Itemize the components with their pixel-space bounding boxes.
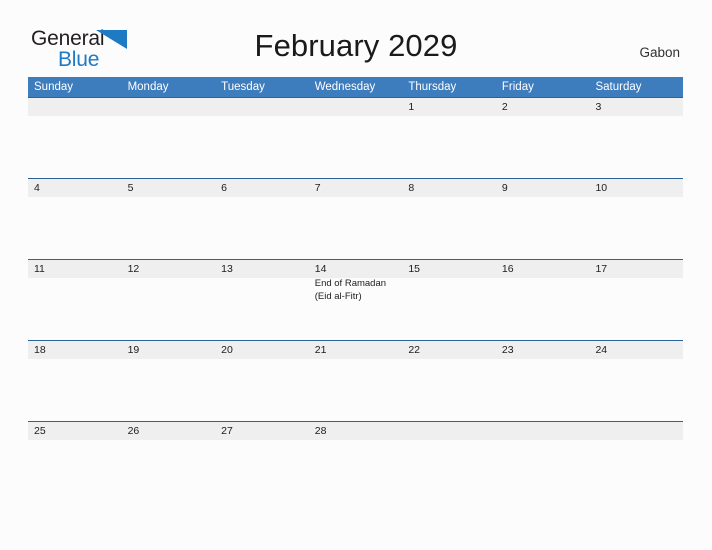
day-cell-27[interactable]: 27 <box>215 422 309 502</box>
day-number: 3 <box>595 101 602 113</box>
day-number: 28 <box>314 425 327 437</box>
day-cell-empty <box>402 422 496 502</box>
day-number <box>502 424 585 439</box>
day-number: 10 <box>595 182 608 194</box>
page-header: General Blue February 2029 Gabon <box>0 0 712 76</box>
day-number: 5 <box>127 182 134 194</box>
day-number <box>34 100 117 115</box>
page-title: February 2029 <box>254 28 458 63</box>
weekday-tuesday: Tuesday <box>221 81 265 93</box>
day-cell-12[interactable]: 12 <box>122 260 216 340</box>
day-cell-8[interactable]: 8 <box>402 179 496 259</box>
day-number: 14 <box>314 263 327 275</box>
calendar-week-row: 18 19 20 21 22 23 24 <box>28 340 683 421</box>
event-label: (Eid al-Fitr) <box>314 290 362 302</box>
day-number: 9 <box>501 182 508 194</box>
day-cell-5[interactable]: 5 <box>122 179 216 259</box>
event-label: End of Ramadan <box>314 278 387 289</box>
day-cell-7[interactable]: 7 <box>309 179 403 259</box>
day-cell-21[interactable]: 21 <box>309 341 403 421</box>
day-cell-24[interactable]: 24 <box>589 341 683 421</box>
day-cell-empty <box>28 98 122 178</box>
day-cell-17[interactable]: 17 <box>589 260 683 340</box>
weekday-friday: Friday <box>501 81 534 93</box>
day-cell-28[interactable]: 28 <box>309 422 403 502</box>
day-cell-15[interactable]: 15 <box>402 260 496 340</box>
calendar-page: General Blue February 2029 Gabon Sunday … <box>0 0 712 550</box>
day-cell-6[interactable]: 6 <box>215 179 309 259</box>
day-cell-11[interactable]: 11 <box>28 260 122 340</box>
day-number: 19 <box>127 344 140 356</box>
day-cell-3[interactable]: 3 <box>589 98 683 178</box>
day-cell-1[interactable]: 1 <box>402 98 496 178</box>
day-number <box>315 100 398 115</box>
day-cell-25[interactable]: 25 <box>28 422 122 502</box>
day-number: 17 <box>595 263 608 275</box>
day-number <box>221 100 304 115</box>
day-cell-20[interactable]: 20 <box>215 341 309 421</box>
day-number: 8 <box>408 182 415 194</box>
calendar-week-row: 25 26 27 28 <box>28 421 683 502</box>
day-number: 27 <box>221 425 233 437</box>
day-cell-10[interactable]: 10 <box>589 179 683 259</box>
day-cell-26[interactable]: 26 <box>122 422 216 502</box>
day-number <box>128 100 211 115</box>
day-number: 13 <box>221 263 233 275</box>
day-cell-22[interactable]: 22 <box>402 341 496 421</box>
day-cell-19[interactable]: 19 <box>122 341 216 421</box>
weekday-monday: Monday <box>127 81 169 93</box>
day-cell-18[interactable]: 18 <box>28 341 122 421</box>
day-number <box>595 424 678 439</box>
day-cell-9[interactable]: 9 <box>496 179 590 259</box>
day-number: 11 <box>34 263 45 275</box>
weekday-thursday: Thursday <box>408 81 457 93</box>
day-cell-4[interactable]: 4 <box>28 179 122 259</box>
day-cell-14[interactable]: 14 End of Ramadan (Eid al-Fitr) <box>309 260 403 340</box>
day-cell-13[interactable]: 13 <box>215 260 309 340</box>
weekday-sunday: Sunday <box>34 81 74 93</box>
day-cell-empty <box>215 98 309 178</box>
day-number: 25 <box>34 425 46 437</box>
calendar-week-row: 11 12 13 14 End of Ramadan (Eid al-Fitr) 15 16 1… <box>28 259 683 340</box>
calendar-week-row: 1 2 3 <box>28 97 683 178</box>
day-number: 2 <box>501 101 508 113</box>
day-cell-16[interactable]: 16 <box>496 260 590 340</box>
day-number: 18 <box>34 344 46 356</box>
country-label: Gabon <box>639 45 680 60</box>
day-number: 4 <box>34 182 40 194</box>
weekday-wednesday: Wednesday <box>314 81 376 93</box>
day-number: 21 <box>314 344 327 356</box>
calendar-grid: Sunday Monday Tuesday Wednesday Thursday… <box>28 77 683 502</box>
day-number: 12 <box>127 263 140 275</box>
day-number: 24 <box>595 344 608 356</box>
day-number: 26 <box>127 425 140 437</box>
day-cell-empty <box>496 422 590 502</box>
day-cell-empty <box>589 422 683 502</box>
day-number: 15 <box>408 263 420 275</box>
day-cell-23[interactable]: 23 <box>496 341 590 421</box>
day-events: End of Ramadan (Eid al-Fitr) <box>315 278 398 303</box>
day-cell-empty <box>309 98 403 178</box>
day-number: 20 <box>221 344 233 356</box>
day-number: 1 <box>408 101 415 113</box>
day-number <box>408 424 491 439</box>
calendar-weeks: 1 2 3 4 5 6 7 8 9 10 11 12 13 14 End of Ramadan (Eid al… <box>28 97 683 502</box>
day-number: 7 <box>314 182 321 194</box>
day-number: 23 <box>501 344 514 356</box>
weekday-saturday: Saturday <box>595 81 642 93</box>
day-cell-empty <box>122 98 216 178</box>
day-number: 16 <box>501 263 514 275</box>
calendar-week-row: 4 5 6 7 8 9 10 <box>28 178 683 259</box>
day-cell-2[interactable]: 2 <box>496 98 590 178</box>
day-number: 22 <box>408 344 420 356</box>
weekday-header-row: Sunday Monday Tuesday Wednesday Thursday… <box>28 77 683 97</box>
day-number: 6 <box>221 182 227 194</box>
